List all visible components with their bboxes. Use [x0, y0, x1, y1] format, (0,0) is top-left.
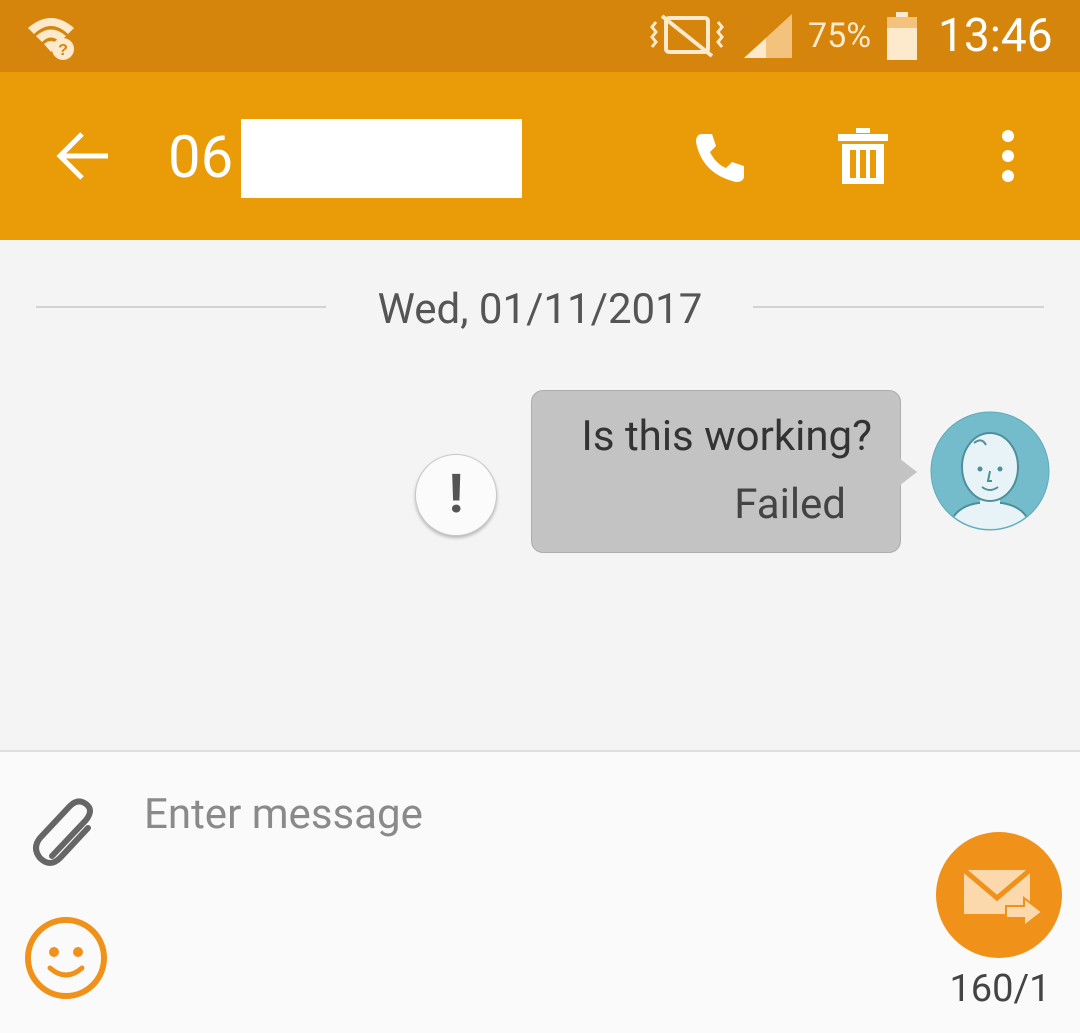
- contact-number: 06: [168, 124, 234, 192]
- app-bar: 06: [0, 72, 1080, 240]
- battery-icon: [887, 12, 917, 60]
- status-bar: ? 75% 13:46: [0, 0, 1080, 72]
- avatar[interactable]: [930, 411, 1050, 531]
- back-arrow-icon[interactable]: [52, 128, 112, 184]
- clock: 13:46: [938, 9, 1053, 63]
- message-status: Failed: [734, 480, 846, 529]
- signal-icon: [744, 14, 792, 58]
- message-text: Is this working?: [581, 412, 872, 461]
- redacted-number: [241, 119, 522, 198]
- messaging-screen: ? 75% 13:46 06 Wed, 01/11/2017 ! Is this…: [0, 0, 1080, 1033]
- date-label: Wed, 01/11/2017: [377, 285, 703, 334]
- vibrate-off-icon: [650, 14, 724, 58]
- wifi-question-icon: ?: [28, 18, 74, 60]
- emoji-icon[interactable]: [24, 916, 108, 1000]
- failed-exclamation-icon[interactable]: !: [415, 454, 497, 536]
- date-divider-left: [36, 306, 326, 308]
- more-vert-icon[interactable]: [990, 128, 1026, 184]
- bubble-tail: [899, 458, 917, 486]
- battery-percent: 75%: [808, 16, 872, 56]
- phone-icon[interactable]: [692, 130, 746, 184]
- character-counter: 160/1: [949, 967, 1051, 1011]
- trash-icon[interactable]: [836, 128, 890, 184]
- composer: 160/1: [0, 750, 1080, 1033]
- message-bubble[interactable]: Is this working? Failed: [531, 390, 901, 553]
- date-divider-right: [753, 306, 1044, 308]
- send-icon: [962, 868, 1044, 928]
- svg-text:?: ?: [58, 42, 68, 59]
- message-input[interactable]: [144, 784, 884, 844]
- send-button[interactable]: [936, 832, 1062, 958]
- attach-icon[interactable]: [30, 796, 102, 872]
